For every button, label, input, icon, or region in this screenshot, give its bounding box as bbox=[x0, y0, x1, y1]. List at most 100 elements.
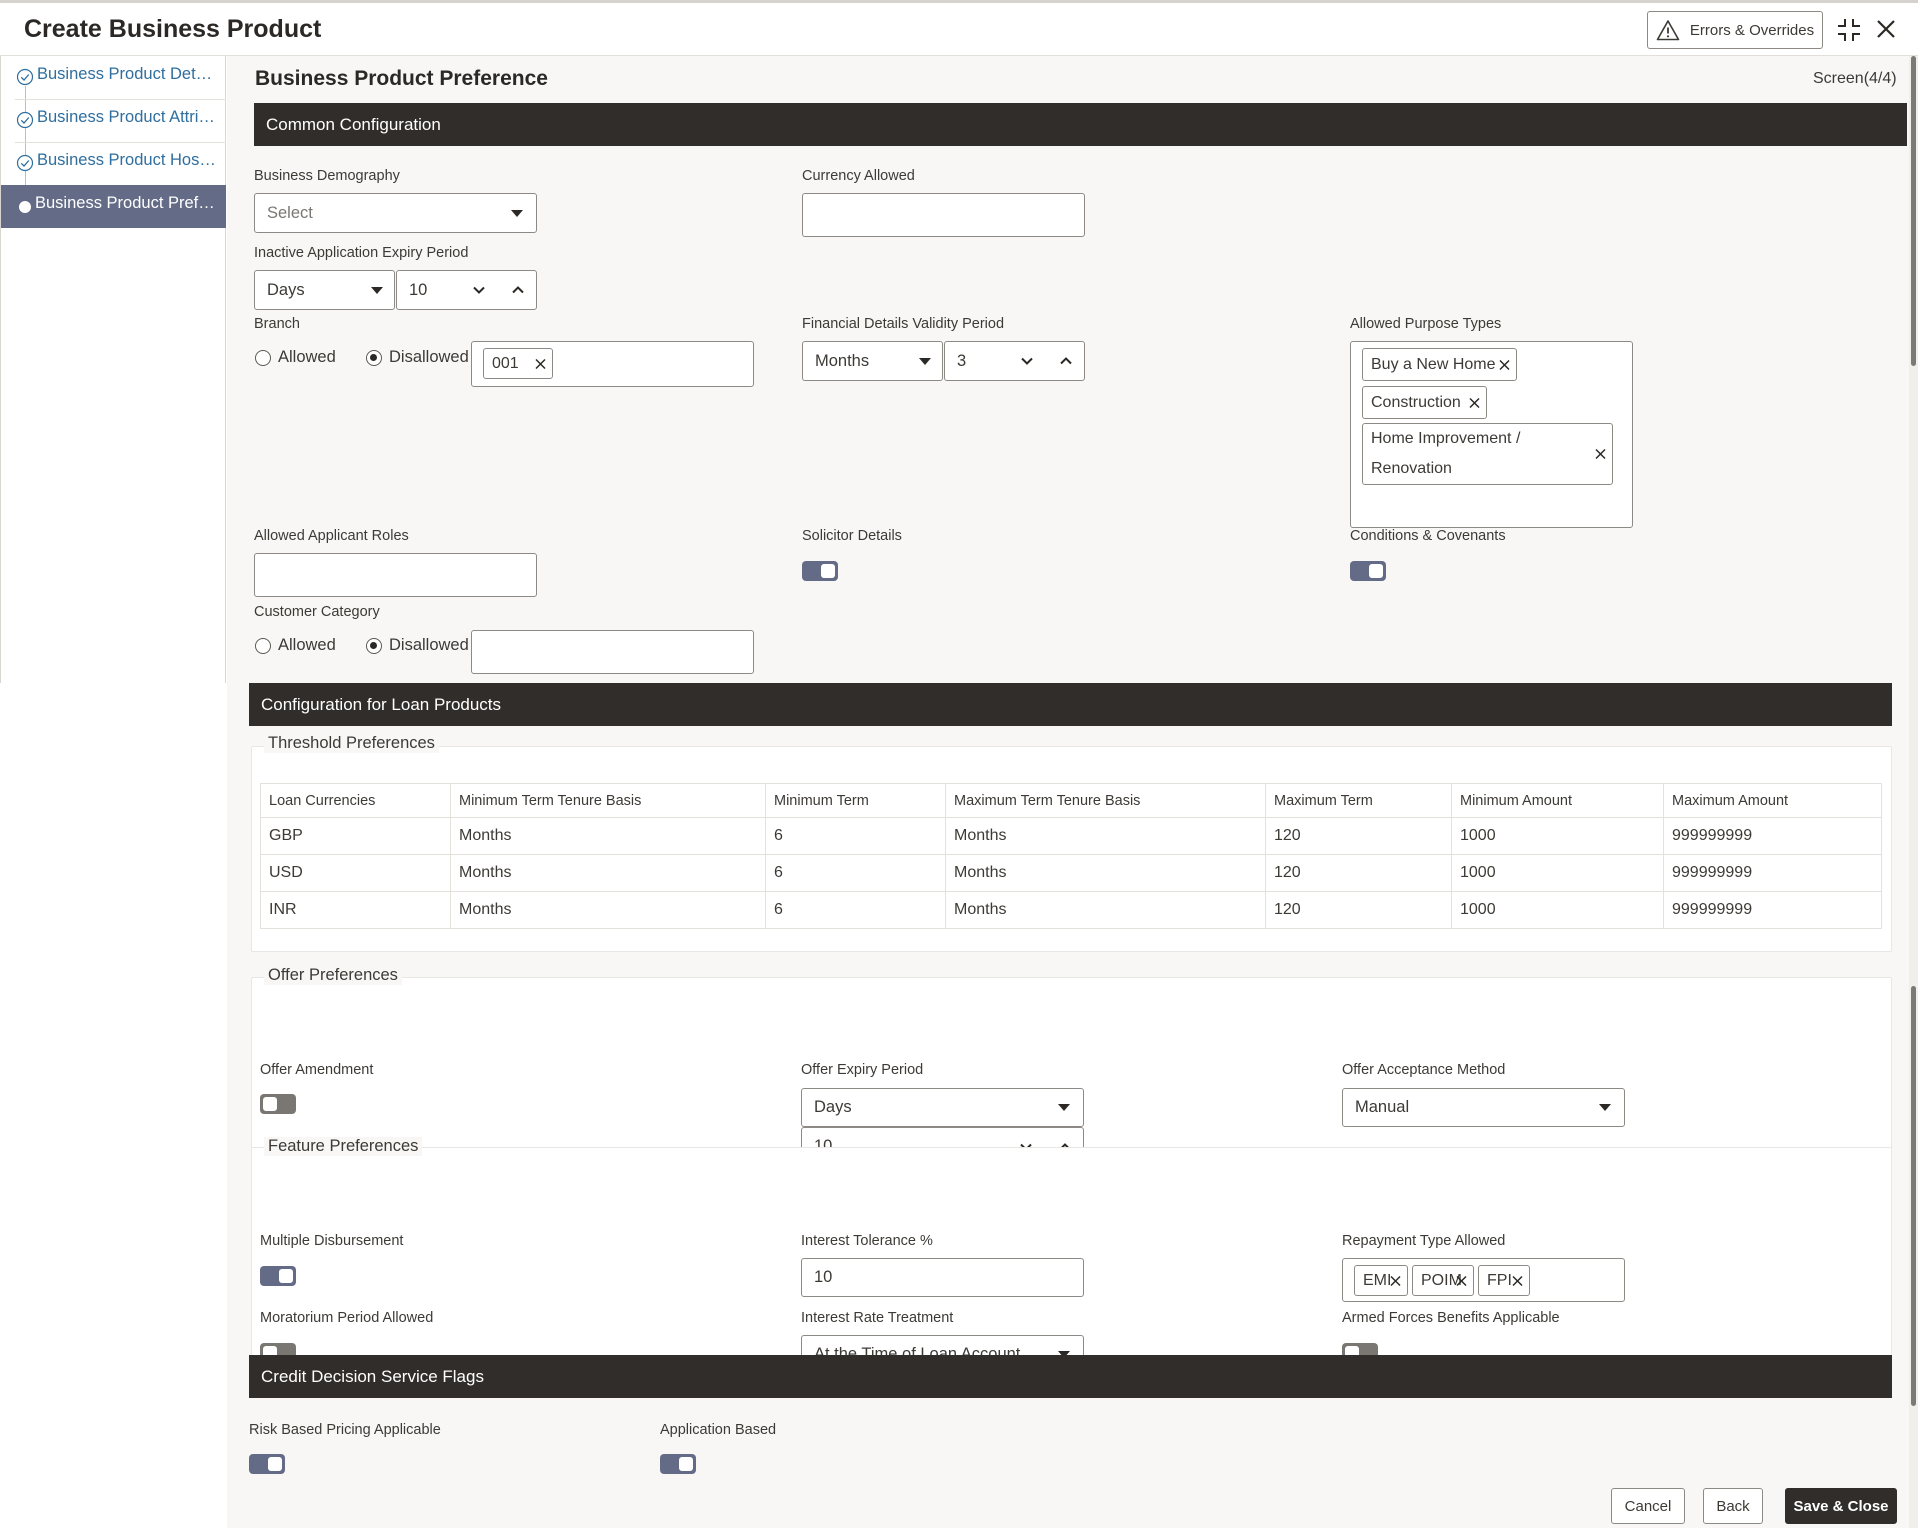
conditions-covenants-toggle[interactable] bbox=[1350, 561, 1386, 581]
chevron-up-icon[interactable] bbox=[510, 282, 526, 298]
customer-category-label: Customer Category bbox=[254, 604, 380, 620]
inactive-expiry-value-stepper[interactable]: 10 bbox=[396, 270, 537, 310]
radio-label: Disallowed bbox=[389, 636, 469, 654]
business-demography-label: Business Demography bbox=[254, 168, 400, 184]
table-row: GBP Months 6 Months 120 1000 999999999 bbox=[260, 817, 1882, 855]
table-cell: Months bbox=[945, 817, 1266, 855]
step-label: Business Product Attrib... bbox=[37, 108, 217, 126]
table-row: USD Months 6 Months 120 1000 999999999 bbox=[260, 854, 1882, 892]
warning-icon bbox=[1656, 20, 1680, 41]
repayment-type-multiselect[interactable]: EMI POIM FPI bbox=[1342, 1258, 1625, 1302]
offer-acceptance-select[interactable]: Manual bbox=[1342, 1088, 1625, 1127]
step-complete-icon bbox=[16, 111, 34, 129]
repayment-chip-fpi: FPI bbox=[1478, 1265, 1530, 1296]
table-cell: 1000 bbox=[1451, 891, 1664, 929]
step-label: Business Product Host ... bbox=[37, 151, 217, 169]
risk-based-pricing-toggle[interactable] bbox=[249, 1454, 285, 1474]
remove-chip-icon[interactable] bbox=[1512, 1275, 1523, 1286]
remove-chip-icon[interactable] bbox=[1469, 397, 1480, 408]
chevron-up-icon[interactable] bbox=[1058, 353, 1074, 369]
purpose-chip-construction: Construction bbox=[1362, 386, 1487, 419]
chip-label: Construction bbox=[1371, 393, 1461, 411]
inactive-expiry-unit-select[interactable]: Days bbox=[254, 270, 395, 310]
table-cell: 1000 bbox=[1451, 817, 1664, 855]
business-demography-select[interactable]: Select bbox=[254, 193, 537, 233]
remove-chip-icon[interactable] bbox=[1499, 359, 1510, 370]
step-navigator: Business Product Details Business Produc… bbox=[0, 56, 226, 683]
remove-chip-icon[interactable] bbox=[1390, 1275, 1401, 1286]
save-close-button[interactable]: Save & Close bbox=[1785, 1488, 1897, 1524]
step-business-product-attributes[interactable]: Business Product Attrib... bbox=[1, 99, 226, 142]
column-header: Minimum Amount bbox=[1451, 783, 1664, 818]
financial-validity-value-stepper[interactable]: 3 bbox=[944, 341, 1085, 381]
financial-validity-label: Financial Details Validity Period bbox=[802, 316, 1005, 332]
scrollbar-thumb[interactable] bbox=[1911, 56, 1916, 366]
chip-label: EMI bbox=[1363, 1271, 1392, 1289]
branch-multiselect[interactable]: 001 bbox=[471, 341, 754, 387]
main-content: Business Product Preference Screen(4/4) … bbox=[227, 56, 1907, 1528]
currency-allowed-input[interactable] bbox=[802, 193, 1085, 237]
caret-down-icon bbox=[371, 287, 383, 294]
remove-chip-icon[interactable] bbox=[1456, 1275, 1467, 1286]
applicant-roles-input[interactable] bbox=[254, 553, 537, 597]
table-cell: 1000 bbox=[1451, 854, 1664, 892]
window-title: Create Business Product bbox=[24, 15, 322, 43]
main-scrollbar[interactable] bbox=[1909, 56, 1918, 1528]
table-cell: Months bbox=[945, 854, 1266, 892]
interest-tolerance-input[interactable]: 10 bbox=[801, 1258, 1084, 1297]
table-cell: USD bbox=[260, 854, 451, 892]
radio-label: Allowed bbox=[278, 636, 336, 654]
currency-allowed-label: Currency Allowed bbox=[802, 168, 915, 184]
remove-chip-icon[interactable] bbox=[1595, 448, 1606, 460]
column-header: Maximum Amount bbox=[1663, 783, 1882, 818]
purpose-types-label: Allowed Purpose Types bbox=[1350, 316, 1502, 332]
offer-expiry-unit-select[interactable]: Days bbox=[801, 1088, 1084, 1127]
branch-allowed-radio[interactable] bbox=[255, 350, 271, 366]
fullscreen-icon[interactable] bbox=[1836, 17, 1862, 43]
table-cell: 6 bbox=[765, 817, 946, 855]
customer-category-allowed-radio[interactable] bbox=[255, 638, 271, 654]
column-header: Maximum Term Tenure Basis bbox=[945, 783, 1266, 818]
conditions-covenants-label: Conditions & Covenants bbox=[1350, 528, 1506, 544]
step-business-product-details[interactable]: Business Product Details bbox=[1, 56, 226, 99]
inactive-expiry-label: Inactive Application Expiry Period bbox=[254, 245, 469, 261]
application-based-label: Application Based bbox=[660, 1422, 777, 1438]
step-business-product-host[interactable]: Business Product Host ... bbox=[1, 142, 226, 185]
purpose-types-multiselect[interactable]: Buy a New Home Construction Home Improve… bbox=[1350, 341, 1633, 528]
remove-chip-icon[interactable] bbox=[535, 358, 546, 369]
chevron-down-icon[interactable] bbox=[1019, 353, 1035, 369]
chevron-down-icon[interactable] bbox=[471, 282, 487, 298]
scrollbar-thumb[interactable] bbox=[1911, 986, 1916, 1406]
offer-amendment-toggle[interactable] bbox=[260, 1094, 296, 1114]
branch-disallowed-radio[interactable] bbox=[366, 350, 382, 366]
radio-label: Disallowed bbox=[389, 348, 469, 366]
table-cell: Months bbox=[450, 891, 766, 929]
armed-forces-label: Armed Forces Benefits Applicable bbox=[1342, 1310, 1560, 1326]
chip-label-line-2: Renovation bbox=[1371, 460, 1452, 477]
customer-category-disallowed-radio[interactable] bbox=[366, 638, 382, 654]
screen-indicator: Screen(4/4) bbox=[1813, 70, 1897, 87]
customer-category-input[interactable] bbox=[471, 630, 754, 674]
branch-label: Branch bbox=[254, 316, 300, 332]
close-icon[interactable] bbox=[1874, 17, 1898, 41]
step-label: Business Product Prefer... bbox=[35, 194, 215, 212]
header-bar: Create Business Product Errors & Overrid… bbox=[0, 0, 1918, 56]
solicitor-details-toggle[interactable] bbox=[802, 561, 838, 581]
step-business-product-preference[interactable]: Business Product Prefer... bbox=[1, 185, 226, 228]
errors-overrides-button[interactable]: Errors & Overrides bbox=[1647, 11, 1823, 49]
common-configuration-header: Common Configuration bbox=[254, 103, 1907, 146]
page-title: Business Product Preference bbox=[255, 67, 548, 90]
multiple-disbursement-toggle[interactable] bbox=[260, 1266, 296, 1286]
table-cell: 999999999 bbox=[1663, 891, 1882, 929]
table-row: INR Months 6 Months 120 1000 999999999 bbox=[260, 891, 1882, 929]
application-based-toggle[interactable] bbox=[660, 1454, 696, 1474]
main-panel: Business Product Preference Screen(4/4) … bbox=[227, 56, 1918, 1528]
offer-amendment-label: Offer Amendment bbox=[260, 1062, 374, 1078]
purpose-chip-buy-new-home: Buy a New Home bbox=[1362, 348, 1517, 381]
interest-rate-treatment-label: Interest Rate Treatment bbox=[801, 1310, 954, 1326]
financial-validity-unit-select[interactable]: Months bbox=[802, 341, 943, 381]
offer-acceptance-label: Offer Acceptance Method bbox=[1342, 1062, 1506, 1078]
cancel-button[interactable]: Cancel bbox=[1611, 1488, 1685, 1524]
applicant-roles-label: Allowed Applicant Roles bbox=[254, 528, 409, 544]
back-button[interactable]: Back bbox=[1703, 1488, 1763, 1524]
